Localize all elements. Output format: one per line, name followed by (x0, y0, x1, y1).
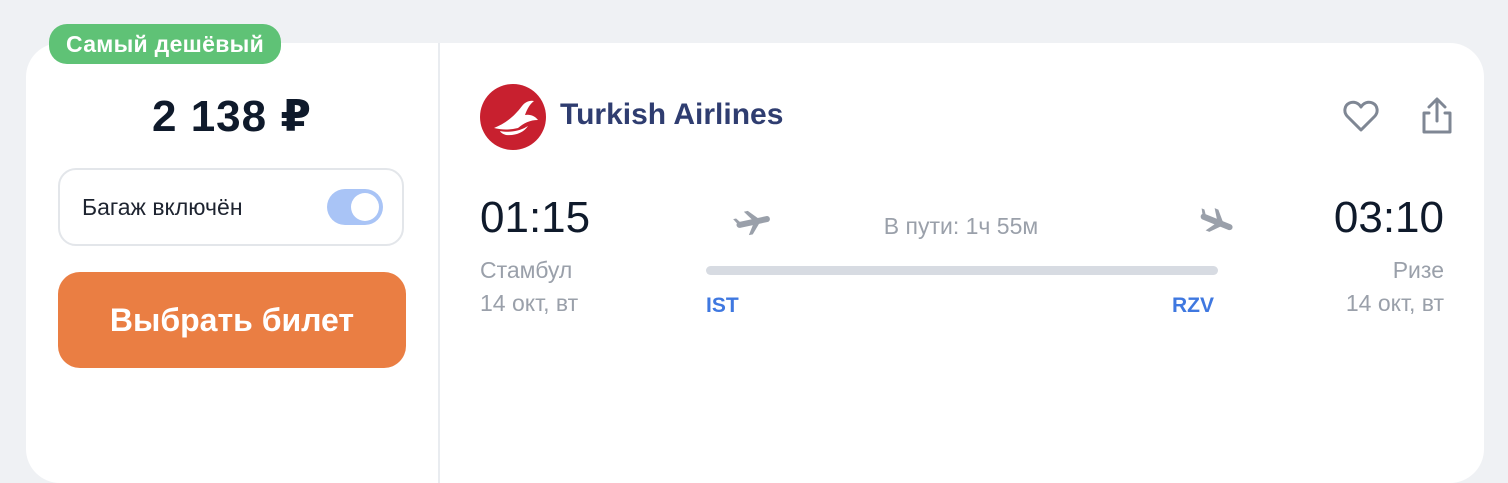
baggage-label: Багаж включён (82, 194, 243, 220)
baggage-option[interactable]: Багаж включён (58, 168, 404, 246)
departure-date: 14 окт, вт (480, 290, 579, 316)
flight-offer-card[interactable]: 2 138 ₽ Багаж включён Выбрать билет Turk… (26, 43, 1484, 483)
arrival-date: 14 окт, вт (1345, 290, 1444, 316)
plane-landing-icon (1200, 208, 1233, 232)
flight-duration: В пути: 1ч 55м (883, 213, 1039, 239)
cheapest-badge: Самый дешёвый (49, 24, 282, 64)
share-icon[interactable] (1415, 94, 1459, 138)
select-ticket-button[interactable]: Выбрать билет (58, 272, 406, 368)
price-panel: 2 138 ₽ Багаж включён Выбрать билет (26, 43, 440, 483)
departure-time: 01:15 (480, 193, 591, 242)
arrival-airport-code: RZV (1172, 294, 1214, 317)
arrival-time: 03:10 (1333, 193, 1444, 242)
arrival-city: Ризе (1392, 257, 1444, 283)
toggle-knob (351, 193, 379, 221)
departure-city: Стамбул (480, 257, 573, 283)
departure-airport-code: IST (706, 294, 739, 317)
route-line (706, 266, 1218, 275)
heart-icon[interactable] (1339, 94, 1383, 138)
airline-name: Turkish Airlines (560, 98, 784, 131)
ticket-price: 2 138 ₽ (152, 92, 312, 141)
baggage-toggle[interactable] (327, 189, 383, 225)
flight-details-panel: Turkish Airlines 01:15 Стамбул 14 окт, в… (440, 43, 1484, 483)
turkish-airlines-logo (480, 84, 546, 150)
